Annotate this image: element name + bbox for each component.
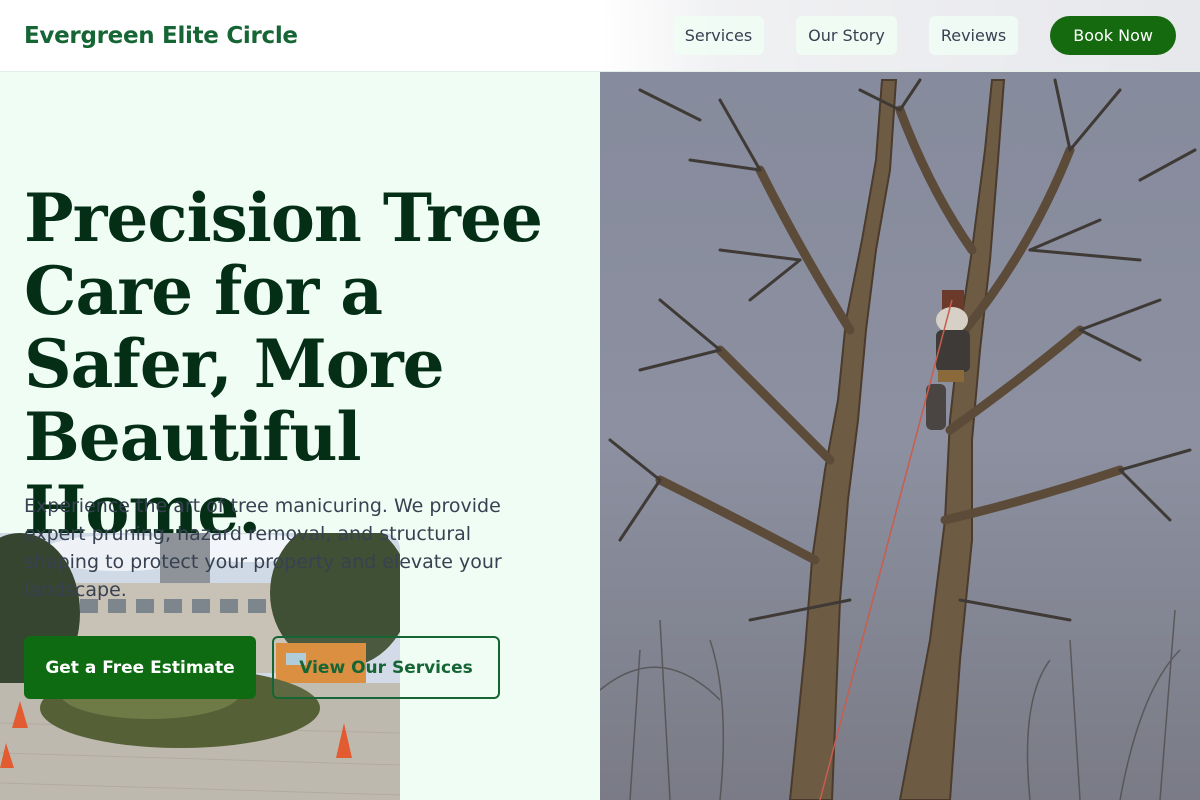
nav-link-services[interactable]: Services bbox=[672, 16, 765, 55]
nav-link-our-story[interactable]: Our Story bbox=[796, 16, 897, 55]
brand-logo[interactable]: Evergreen Elite Circle bbox=[24, 23, 298, 49]
main-nav: Services Our Story Reviews Book Now bbox=[672, 16, 1176, 55]
tree-illustration bbox=[600, 0, 1200, 800]
hero-tree-photo: lawncaretech.uk bbox=[600, 0, 1200, 800]
hero-lead-text: Experience the art of tree manicuring. W… bbox=[24, 495, 502, 601]
nav-link-reviews[interactable]: Reviews bbox=[928, 16, 1019, 55]
site-header: Evergreen Elite Circle Services Our Stor… bbox=[0, 0, 1200, 72]
view-our-services-button[interactable]: View Our Services bbox=[272, 636, 500, 699]
get-free-estimate-button[interactable]: Get a Free Estimate bbox=[24, 636, 256, 699]
book-now-button[interactable]: Book Now bbox=[1050, 16, 1176, 55]
